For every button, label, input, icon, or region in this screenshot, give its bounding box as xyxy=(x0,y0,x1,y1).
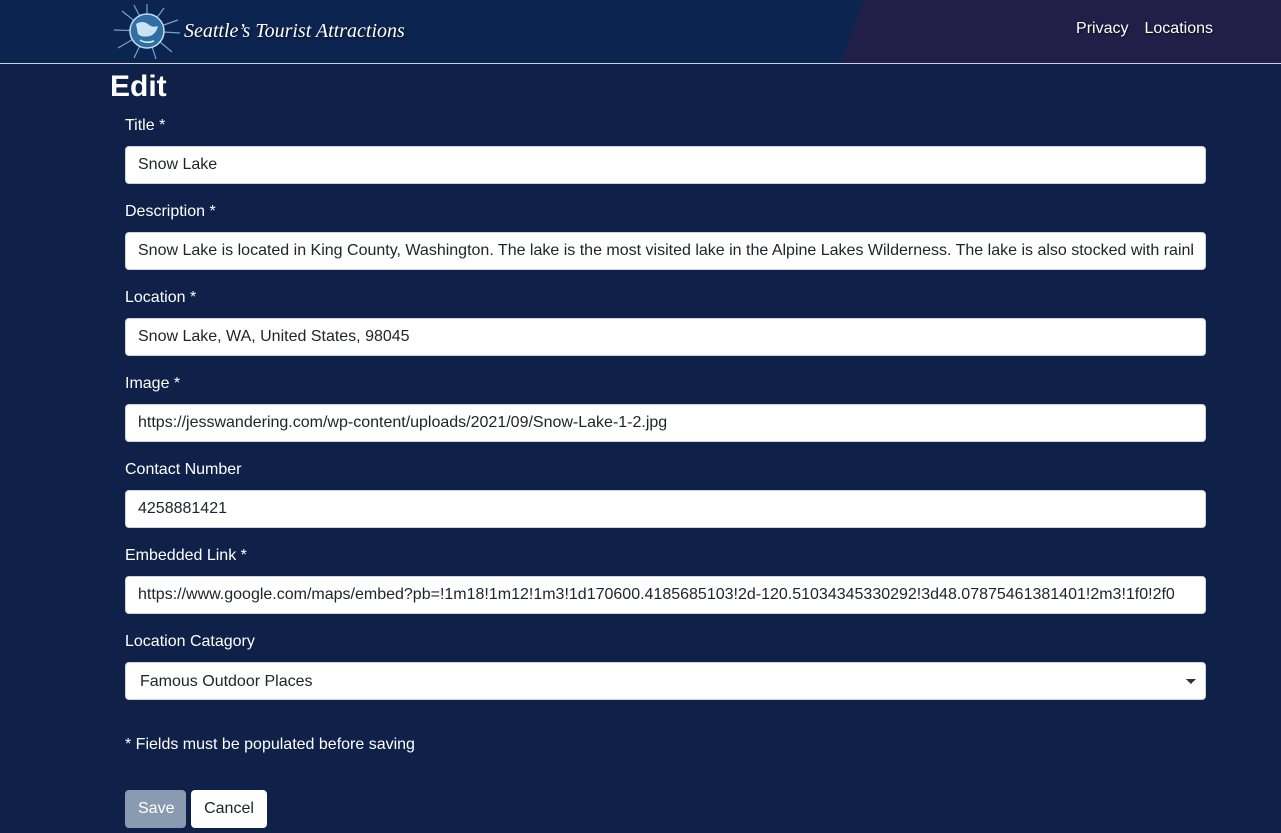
form-actions: Save Cancel xyxy=(125,790,267,828)
top-navbar: Seattle’s Tourist Attractions Privacy Lo… xyxy=(0,0,1281,64)
nav-links: Privacy Locations xyxy=(1076,20,1213,38)
title-field-group: Title * xyxy=(125,116,1206,188)
description-label: Description * xyxy=(125,203,216,220)
location-label: Location * xyxy=(125,289,197,306)
cancel-button[interactable]: Cancel xyxy=(191,790,267,828)
image-field-group: Image * xyxy=(125,374,1206,446)
category-label: Location Catagory xyxy=(125,633,255,650)
description-input[interactable] xyxy=(125,232,1206,270)
contact-number-field-group: Contact Number xyxy=(125,460,1206,532)
required-fields-note: * Fields must be populated before saving xyxy=(125,736,415,753)
contact-number-input[interactable] xyxy=(125,490,1206,528)
edit-location-form: Title * Description * Location * Image *… xyxy=(125,116,1206,718)
location-field-group: Location * xyxy=(125,288,1206,360)
embedded-link-label: Embedded Link * xyxy=(125,547,247,564)
title-input[interactable] xyxy=(125,146,1206,184)
brand[interactable]: Seattle’s Tourist Attractions xyxy=(112,2,405,60)
image-label: Image * xyxy=(125,375,181,392)
nav-link-locations[interactable]: Locations xyxy=(1145,20,1214,38)
title-label: Title * xyxy=(125,117,166,134)
embedded-link-field-group: Embedded Link * xyxy=(125,546,1206,618)
description-field-group: Description * xyxy=(125,202,1206,274)
nav-link-privacy[interactable]: Privacy xyxy=(1076,20,1128,38)
embedded-link-input[interactable] xyxy=(125,576,1206,614)
category-select[interactable]: Famous Outdoor Places xyxy=(125,662,1206,700)
contact-number-label: Contact Number xyxy=(125,461,242,478)
save-button[interactable]: Save xyxy=(125,790,186,828)
category-field-group: Location Catagory Famous Outdoor Places xyxy=(125,632,1206,704)
globe-logo-icon xyxy=(113,4,181,60)
brand-title: Seattle’s Tourist Attractions xyxy=(184,19,405,42)
location-input[interactable] xyxy=(125,318,1206,356)
image-url-input[interactable] xyxy=(125,404,1206,442)
page-title: Edit xyxy=(110,70,167,103)
navbar-accent-panel xyxy=(841,0,1281,63)
